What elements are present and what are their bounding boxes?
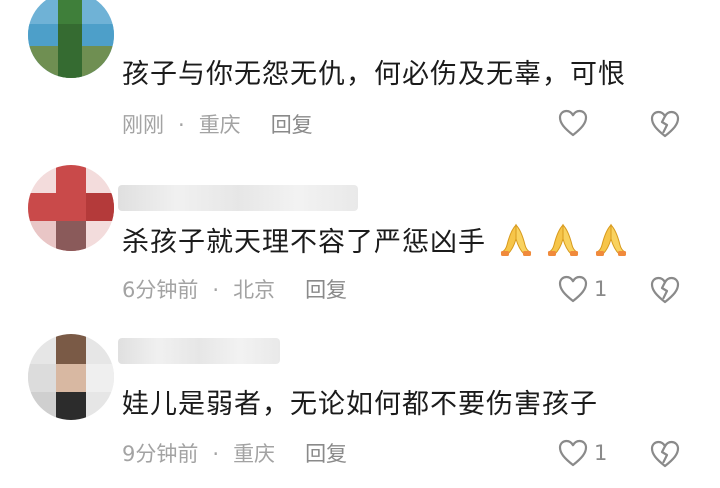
comment-item: 娃儿是弱者，无论如何都不要伤害孩子 9分钟前 · 重庆 回复 1 xyxy=(0,326,720,488)
pray-emoji-icon xyxy=(500,223,531,256)
like-button[interactable]: 1 xyxy=(558,274,607,304)
heart-icon xyxy=(558,109,588,137)
heart-icon xyxy=(558,275,588,303)
like-count: 1 xyxy=(594,441,608,465)
comment-text-body: 杀孩子就天理不容了严惩凶手 xyxy=(122,227,486,258)
comment-time: 9分钟前 xyxy=(122,442,199,466)
comment-location: 重庆 xyxy=(233,442,276,466)
comment-text: 孩子与你无怨无仇，何必伤及无辜，可恨 xyxy=(122,59,626,90)
like-button[interactable]: 1 xyxy=(558,438,607,468)
pray-emoji-icon xyxy=(547,223,579,256)
comment-item: 杀孩子就天理不容了严惩凶手 6分钟前 · 北京 回复 1 xyxy=(0,163,720,326)
meta-separator: · xyxy=(212,442,220,466)
dislike-button[interactable] xyxy=(650,109,680,139)
avatar[interactable] xyxy=(28,0,114,78)
comment-item: 孩子与你无怨无仇，何必伤及无辜，可恨 刚刚 · 重庆 回复 xyxy=(0,0,720,163)
comment-meta: 6分钟前 · 北京 回复 xyxy=(122,277,347,303)
avatar[interactable] xyxy=(28,165,114,251)
meta-separator: · xyxy=(178,113,185,137)
comment-meta: 9分钟前 · 重庆 回复 xyxy=(122,441,347,467)
comment-time: 刚刚 xyxy=(122,113,164,137)
like-button[interactable] xyxy=(558,108,594,138)
comment-location: 北京 xyxy=(233,278,276,302)
comment-list: 孩子与你无怨无仇，何必伤及无辜，可恨 刚刚 · 重庆 回复 杀孩子就天理不容了严惩凶手 xyxy=(0,0,720,488)
heart-icon xyxy=(558,439,588,467)
username[interactable] xyxy=(118,185,358,211)
comment-text: 杀孩子就天理不容了严惩凶手 xyxy=(122,221,629,260)
comment-location: 重庆 xyxy=(198,113,241,137)
comment-meta: 刚刚 · 重庆 回复 xyxy=(122,112,313,138)
reply-button[interactable]: 回复 xyxy=(305,442,347,466)
comment-text: 娃儿是弱者，无论如何都不要伤害孩子 xyxy=(122,389,598,420)
like-count: 1 xyxy=(594,277,608,301)
username[interactable] xyxy=(118,338,280,364)
dislike-button[interactable] xyxy=(650,275,680,305)
meta-separator: · xyxy=(212,278,220,302)
avatar[interactable] xyxy=(28,334,114,420)
reply-button[interactable]: 回复 xyxy=(305,278,347,302)
pray-emoji-icon xyxy=(595,223,627,256)
dislike-button[interactable] xyxy=(650,439,680,469)
comment-time: 6分钟前 xyxy=(122,278,199,302)
reply-button[interactable]: 回复 xyxy=(271,113,313,137)
